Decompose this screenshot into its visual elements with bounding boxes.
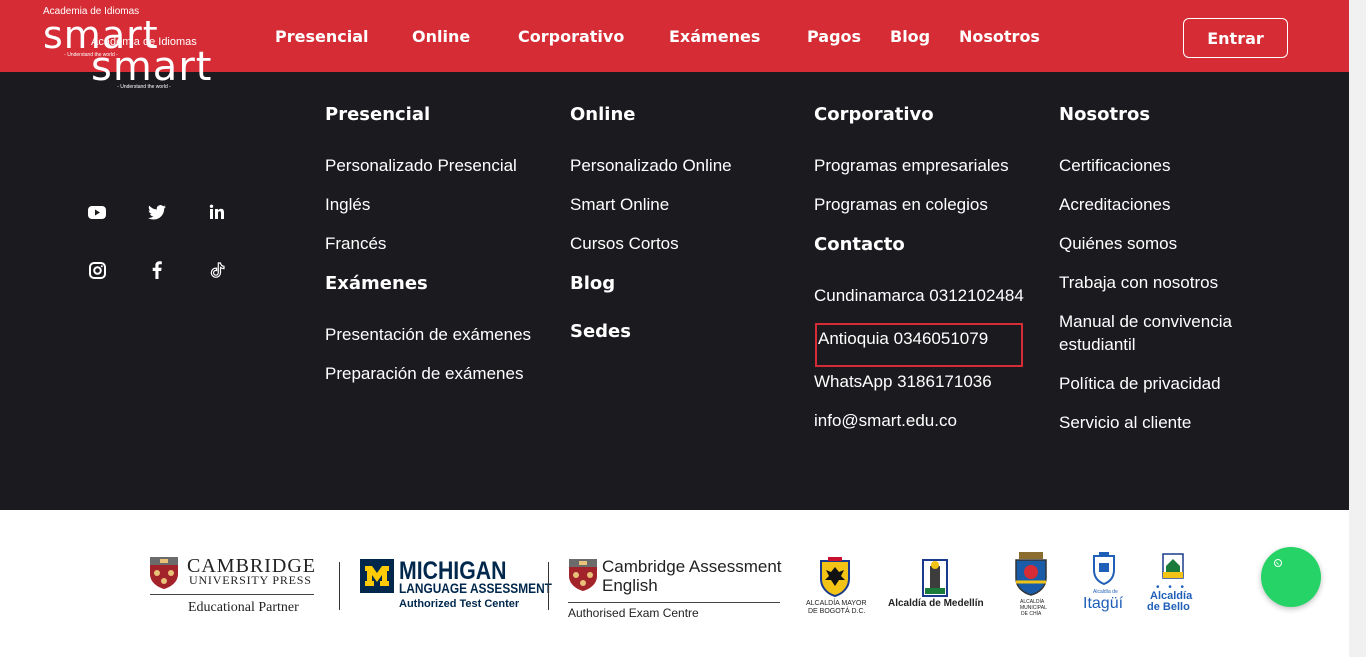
footer-link-acreditaciones[interactable]: Acreditaciones — [1059, 193, 1171, 216]
tiktok-icon[interactable] — [207, 260, 227, 280]
nav-pagos[interactable]: Pagos — [807, 27, 861, 46]
footer-heading-online[interactable]: Online — [570, 104, 635, 125]
nav-online[interactable]: Online — [412, 27, 470, 46]
footer-link-certificaciones[interactable]: Certificaciones — [1059, 154, 1171, 177]
chia-line3: DE CHÍA — [1021, 611, 1042, 617]
bello-line2: de Bello — [1147, 601, 1190, 613]
cae-line1: Cambridge Assessment — [602, 557, 782, 576]
whatsapp-icon — [1274, 559, 1282, 567]
cup-line3: Educational Partner — [188, 600, 299, 615]
footer-link-trabaja[interactable]: Trabaja con nosotros — [1059, 271, 1218, 294]
contact-whatsapp[interactable]: WhatsApp 3186171036 — [814, 370, 992, 393]
footer-link-cursos-cortos[interactable]: Cursos Cortos — [570, 232, 679, 255]
bogota-line2: DE BOGOTÁ D.C. — [808, 608, 866, 615]
footer-link-programas-colegios[interactable]: Programas en colegios — [814, 193, 988, 216]
cae-line2: English — [602, 576, 658, 595]
cambridge-assessment-crest-icon — [568, 558, 598, 592]
footer-link-preparacion-examenes[interactable]: Preparación de exámenes — [325, 362, 523, 385]
footer-link-servicio-cliente[interactable]: Servicio al cliente — [1059, 411, 1191, 434]
contact-email[interactable]: info@smart.edu.co — [814, 409, 957, 432]
footer-brand-name: smart — [91, 44, 213, 90]
footer-link-personalizado-presencial[interactable]: Personalizado Presencial — [325, 154, 517, 177]
nav-presencial[interactable]: Presencial — [275, 27, 368, 46]
cae-line3: Authorised Exam Centre — [568, 606, 699, 620]
medellin-text: Alcaldía de Medellín — [888, 598, 984, 609]
instagram-icon[interactable] — [87, 260, 107, 280]
footer-heading-contacto: Contacto — [814, 234, 905, 255]
chia-shield-icon — [1013, 552, 1049, 596]
footer-link-frances[interactable]: Francés — [325, 232, 386, 255]
contact-cundinamarca[interactable]: Cundinamarca 0312102484 — [814, 284, 1024, 307]
facebook-icon[interactable] — [147, 260, 167, 280]
footer-link-presentacion-examenes[interactable]: Presentación de exámenes — [325, 323, 531, 346]
scrollbar[interactable] — [1349, 0, 1366, 657]
itagui-shield-icon — [1091, 552, 1117, 586]
michigan-logo-icon — [360, 559, 394, 593]
michigan-line2: LANGUAGE ASSESSMENT — [399, 580, 552, 596]
footer-heading-examenes[interactable]: Exámenes — [325, 273, 428, 294]
partner-separator — [548, 562, 549, 610]
nav-nosotros[interactable]: Nosotros — [959, 27, 1040, 46]
footer-link-programas-empresariales[interactable]: Programas empresariales — [814, 154, 1009, 177]
footer-link-manual-convivencia[interactable]: Manual de convivencia estudiantil — [1059, 310, 1259, 356]
nav-examenes[interactable]: Exámenes — [669, 27, 760, 46]
linkedin-icon[interactable] — [207, 202, 227, 222]
footer-link-politica-privacidad[interactable]: Política de privacidad — [1059, 372, 1221, 395]
nav-blog[interactable]: Blog — [890, 27, 930, 46]
youtube-icon[interactable] — [87, 202, 107, 222]
bogota-shield-icon — [818, 557, 852, 598]
login-button[interactable]: Entrar — [1183, 18, 1288, 58]
footer-link-ingles[interactable]: Inglés — [325, 193, 370, 216]
nav-corporativo[interactable]: Corporativo — [518, 27, 624, 46]
footer-heading-corporativo[interactable]: Corporativo — [814, 104, 934, 125]
partner-separator — [339, 562, 340, 610]
footer-brand-logo[interactable]: Academia de Idiomas smart - Understand t… — [91, 36, 213, 90]
cup-line2: UNIVERSITY PRESS — [189, 573, 312, 587]
cae-divider — [568, 602, 780, 603]
cambridge-crest-icon — [149, 556, 179, 590]
twitter-icon[interactable] — [147, 202, 167, 222]
footer-heading-blog[interactable]: Blog — [570, 273, 615, 294]
cup-divider — [150, 594, 314, 595]
footer-heading-presencial[interactable]: Presencial — [325, 104, 430, 125]
contact-antioquia[interactable]: Antioquia 0346051079 — [818, 327, 988, 350]
bogota-line1: ALCALDÍA MAYOR — [806, 600, 867, 607]
footer-heading-nosotros[interactable]: Nosotros — [1059, 104, 1150, 125]
footer-link-quienes-somos[interactable]: Quiénes somos — [1059, 232, 1177, 255]
michigan-line3: Authorized Test Center — [399, 598, 520, 610]
footer-link-smart-online[interactable]: Smart Online — [570, 193, 669, 216]
footer-link-personalizado-online[interactable]: Personalizado Online — [570, 154, 732, 177]
medellin-shield-icon — [920, 558, 950, 598]
whatsapp-button[interactable] — [1261, 547, 1321, 607]
bello-shield-icon — [1160, 552, 1186, 582]
itagui-big: Itagüí — [1083, 595, 1124, 612]
footer-heading-sedes[interactable]: Sedes — [570, 321, 631, 342]
